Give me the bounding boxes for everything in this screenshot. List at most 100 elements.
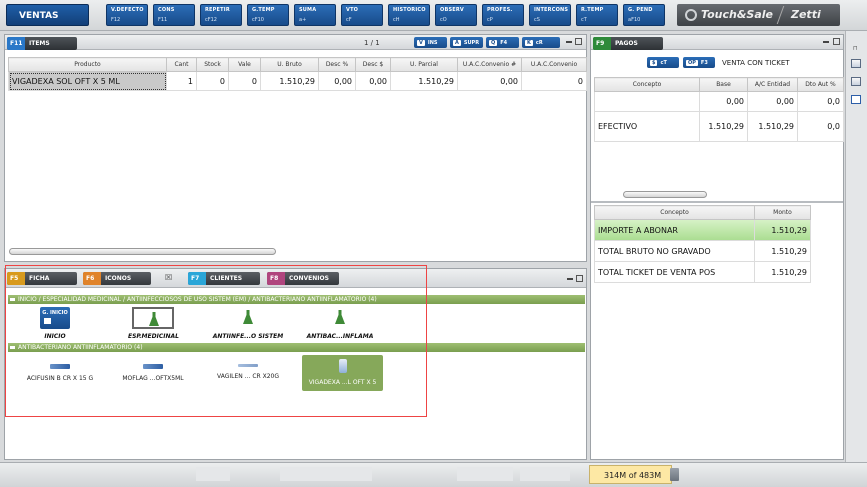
minimize-icon[interactable] <box>823 41 829 43</box>
table-row[interactable]: VIGADEXA SOL OFT X 5 ML 1 0 0 1.510,29 0… <box>8 71 587 91</box>
inicio-button[interactable]: G. INICIO <box>40 307 70 329</box>
product-vigadexa[interactable]: VIGADEXA ...L OFT X 5 <box>302 355 383 391</box>
tile-esp-medicinal[interactable]: ESP.MEDICINAL <box>128 307 179 340</box>
grid-icon[interactable] <box>851 77 861 86</box>
toolbar-button-vto[interactable]: VTO cF <box>341 4 383 26</box>
op-icon: OP <box>686 60 698 66</box>
table-row[interactable]: 0,00 0,00 0,0 <box>594 91 844 112</box>
tab-convenios[interactable]: F8 CONVENIOS <box>267 272 339 285</box>
col-base[interactable]: Base <box>699 77 748 92</box>
cell-producto[interactable]: VIGADEXA SOL OFT X 5 ML <box>8 71 167 91</box>
items-horizontal-scrollbar[interactable] <box>9 248 276 255</box>
toolbar-button-intercons[interactable]: INTERCONS cS <box>529 4 571 26</box>
flask-icon <box>132 307 174 329</box>
col-concepto[interactable]: Concepto <box>594 205 755 220</box>
toolbar-button-repetir[interactable]: REPETIR cF12 <box>200 4 242 26</box>
col-concepto[interactable]: Concepto <box>594 77 700 92</box>
cell-vale[interactable]: 0 <box>228 71 261 91</box>
tab-iconos[interactable]: F6 ICONOS <box>83 272 151 285</box>
tile-antiinfecciosos[interactable]: ANTIINFE...O SISTEM <box>212 307 284 340</box>
document-icon[interactable] <box>851 95 861 104</box>
cell-uac-convenio-num[interactable]: 0,00 <box>457 71 522 91</box>
col-uac-convenio[interactable]: U.A.C.Convenio <box>521 57 587 72</box>
col-uac-convenio-num[interactable]: U.A.C.Convenio # <box>457 57 522 72</box>
toolbar-button-g-temp[interactable]: G.TEMP cF10 <box>247 4 289 26</box>
col-desc-pct[interactable]: Desc % <box>318 57 356 72</box>
cell-desc-pct[interactable]: 0,00 <box>318 71 356 91</box>
tab-ficha[interactable]: F5 FICHA <box>7 272 77 285</box>
items-panel: F11 ITEMS 1 / 1 V INS A SUPR Q F4 KcR Produ… <box>4 34 587 262</box>
maximize-icon[interactable] <box>575 38 582 45</box>
recalc-button[interactable]: KcR <box>522 37 560 48</box>
maximize-icon[interactable] <box>833 38 840 45</box>
table-row[interactable]: TOTAL BRUTO NO GRAVADO 1.510,29 <box>594 240 811 262</box>
tab-items-label: ITEMS <box>29 40 50 47</box>
flask-icon <box>320 307 360 329</box>
delete-button[interactable]: A SUPR <box>450 37 483 48</box>
cell-u-parcial[interactable]: 1.510,29 <box>390 71 458 91</box>
search-button[interactable]: Q F4 <box>486 37 519 48</box>
tile-label: ANTIBAC...INFLAMA <box>306 333 374 340</box>
tab-clientes[interactable]: F7 CLIENTES <box>188 272 260 285</box>
toolbar-button-v-defecto[interactable]: V.DEFECTO F12 <box>106 4 148 26</box>
tile-label: INICIO <box>44 333 66 340</box>
toolbar-button-suma[interactable]: SUMA a+ <box>294 4 336 26</box>
group-header-antibacteriano[interactable]: ANTIBACTERIANO ANTIINFLAMATORIO (4) <box>8 343 585 352</box>
close-icon[interactable]: ☒ <box>165 273 172 282</box>
status-slot <box>280 467 372 481</box>
tab-pagos[interactable]: F9 PAGOS <box>593 37 663 50</box>
ventas-button[interactable]: VENTAS <box>6 4 89 26</box>
product-vagilen[interactable]: VAGILEN ... CR X20G <box>208 362 288 380</box>
pin-icon[interactable]: ⊓ <box>853 45 858 52</box>
product-moflag[interactable]: MOFLAG ...OFTX5ML <box>113 362 193 382</box>
ct-button[interactable]: $ cT <box>647 57 679 68</box>
pagos-horizontal-scrollbar[interactable] <box>623 191 707 198</box>
toolbar-button-profes[interactable]: PROFES. cP <box>482 4 524 26</box>
cell-cant[interactable]: 1 <box>166 71 197 91</box>
col-desc-amount[interactable]: Desc $ <box>355 57 391 72</box>
tile-inicio[interactable]: G. INICIO INICIO <box>40 307 70 340</box>
table-row[interactable]: EFECTIVO 1.510,29 1.510,29 0,0 <box>594 111 844 142</box>
insert-button[interactable]: V INS <box>414 37 447 48</box>
table-row[interactable]: IMPORTE A ABONAR 1.510,29 <box>594 219 811 241</box>
cell-stock[interactable]: 0 <box>196 71 229 91</box>
col-dto-aut[interactable]: Dto Aut % <box>797 77 844 92</box>
table-row[interactable]: TOTAL TICKET DE VENTA POS 1.510,29 <box>594 261 811 283</box>
minimize-icon[interactable] <box>566 41 572 43</box>
summary-table-header: Concepto Monto <box>594 205 811 220</box>
col-u-bruto[interactable]: U. Bruto <box>260 57 319 72</box>
cell-u-bruto[interactable]: 1.510,29 <box>260 71 319 91</box>
tile-label: ESP.MEDICINAL <box>128 333 179 340</box>
col-ac-entidad[interactable]: A/C Entidad <box>747 77 798 92</box>
collapse-icon[interactable] <box>10 298 15 301</box>
col-u-parcial[interactable]: U. Parcial <box>390 57 458 72</box>
toolbar-button-cons[interactable]: CONS F11 <box>153 4 195 26</box>
tab-pagos-label: PAGOS <box>615 40 638 47</box>
maximize-icon[interactable] <box>576 275 583 282</box>
bottom-tabstrip: F5 FICHA F6 ICONOS ☒ F7 CLIENTES F8 CONVENIO… <box>5 269 586 288</box>
cell-uac-convenio[interactable]: 0 <box>521 71 587 91</box>
cell-desc-amount[interactable]: 0,00 <box>355 71 391 91</box>
col-monto[interactable]: Monto <box>754 205 811 220</box>
cell-base: 1.510,29 <box>699 111 748 142</box>
product-acifusin[interactable]: ACIFUSIN B CR X 15 G <box>20 362 100 382</box>
tab-items[interactable]: F11 ITEMS <box>7 37 77 50</box>
breadcrumb[interactable]: INICIO / ESPECIALIDAD MEDICINAL / ANTIIN… <box>8 295 585 304</box>
cell-dto-aut: 0,0 <box>797 111 844 142</box>
col-stock[interactable]: Stock <box>196 57 229 72</box>
toolbar-button-observ[interactable]: OBSERV cO <box>435 4 477 26</box>
product-bottle-icon <box>338 359 347 373</box>
col-cant[interactable]: Cant <box>166 57 197 72</box>
minimize-icon[interactable] <box>567 278 573 280</box>
tile-antibacteriano[interactable]: ANTIBAC...INFLAMA <box>304 307 376 340</box>
pagos-table: Concepto Base A/C Entidad Dto Aut % 0,00… <box>594 77 844 142</box>
col-vale[interactable]: Vale <box>228 57 261 72</box>
collapse-icon[interactable] <box>10 346 15 349</box>
calculator-icon[interactable] <box>851 59 861 68</box>
col-producto[interactable]: Producto <box>8 57 167 72</box>
trash-icon[interactable] <box>670 468 679 481</box>
toolbar-button-g-pend[interactable]: G. PEND aF10 <box>623 4 665 26</box>
op-button[interactable]: OP F3 <box>683 57 715 68</box>
toolbar-button-historico[interactable]: HISTORICO cH <box>388 4 430 26</box>
toolbar-button-r-temp[interactable]: R.TEMP cT <box>576 4 618 26</box>
